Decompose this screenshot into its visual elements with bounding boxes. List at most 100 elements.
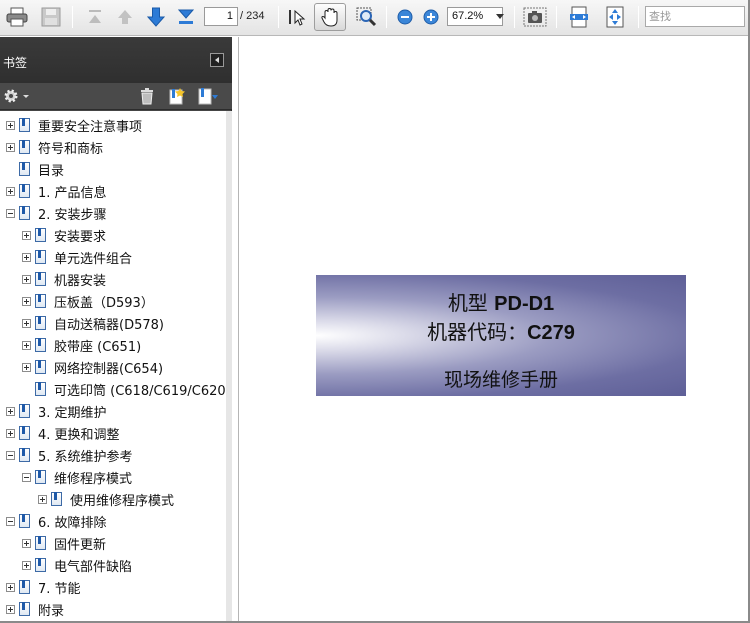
bookmark-label: 安装要求: [54, 229, 107, 245]
bookmark-label: 可选印筒 (C618/C619/C620): [54, 383, 226, 399]
bookmark-icon: [35, 382, 46, 396]
expand-plus-icon[interactable]: [22, 538, 31, 548]
expand-plus-icon[interactable]: [22, 252, 31, 262]
bookmark-label: 网络控制器(C654): [54, 361, 164, 377]
bookmark-item[interactable]: 6. 故障排除: [6, 510, 107, 532]
bookmark-label: 7. 节能: [38, 581, 81, 597]
bookmark-label: 固件更新: [54, 537, 107, 553]
expand-plus-icon[interactable]: [22, 318, 31, 328]
bookmark-item[interactable]: 7. 节能: [6, 576, 81, 598]
bookmark-label: 目录: [38, 163, 65, 179]
last-page-icon[interactable]: [174, 5, 198, 29]
bookmark-item[interactable]: 单元选件组合: [22, 246, 132, 268]
print-icon[interactable]: [4, 5, 30, 29]
bookmark-label: 附录: [38, 603, 65, 619]
bookmark-label: 自动送稿器(D578): [54, 317, 164, 333]
expand-plus-icon[interactable]: [6, 604, 15, 614]
search-input[interactable]: 查找: [645, 6, 745, 27]
bookmark-item[interactable]: 电气部件缺陷: [22, 554, 132, 576]
expand-plus-icon[interactable]: [22, 296, 31, 306]
expand-plus-icon[interactable]: [22, 274, 31, 284]
collapse-minus-icon[interactable]: [6, 516, 15, 526]
zoom-dropdown-chevron-down-icon[interactable]: [495, 5, 505, 29]
model-line: 机型 PD-D1: [316, 287, 686, 316]
expand-plus-icon[interactable]: [6, 582, 15, 592]
bookmark-item[interactable]: 附录: [6, 598, 64, 620]
expand-plus-icon[interactable]: [22, 560, 31, 570]
first-page-icon[interactable]: [84, 5, 106, 29]
zoom-level-value: 67.2%: [452, 10, 484, 22]
bookmark-item[interactable]: 压板盖（D593）: [22, 290, 154, 312]
bookmark-label: 3. 定期维护: [38, 405, 107, 421]
bookmark-item[interactable]: 重要安全注意事项: [6, 114, 142, 136]
save-icon[interactable]: [38, 5, 64, 29]
expand-bookmark-icon[interactable]: [197, 87, 219, 109]
bookmark-item[interactable]: 机器安装: [22, 268, 106, 290]
collapse-minus-icon[interactable]: [6, 208, 15, 218]
bookmark-item[interactable]: 固件更新: [22, 532, 106, 554]
snapshot-camera-icon[interactable]: [522, 5, 548, 29]
expand-plus-icon[interactable]: [22, 362, 31, 372]
machine-code-prefix: 机器代码：: [427, 320, 528, 344]
bookmark-icon: [35, 558, 46, 572]
fit-width-icon[interactable]: [566, 5, 592, 29]
collapse-panel-button[interactable]: [210, 53, 224, 67]
select-tool-icon[interactable]: [284, 5, 308, 29]
zoom-out-icon[interactable]: [395, 5, 415, 29]
bookmark-item[interactable]: 3. 定期维护: [6, 400, 107, 422]
bookmark-icon: [19, 162, 30, 176]
bookmark-label: 重要安全注意事项: [38, 119, 143, 135]
page-total: / 234: [240, 10, 265, 22]
bookmark-item[interactable]: 网络控制器(C654): [22, 356, 163, 378]
bookmark-icon: [35, 316, 46, 330]
bookmarks-panel-title: 书签: [3, 56, 28, 70]
page-number-input[interactable]: 1: [204, 7, 238, 26]
bookmark-icon: [19, 140, 30, 154]
bookmark-icon: [35, 228, 46, 242]
bookmark-item[interactable]: 1. 产品信息: [6, 180, 107, 202]
bookmark-item[interactable]: 符号和商标: [6, 136, 103, 158]
bookmark-item[interactable]: 安装要求: [22, 224, 106, 246]
delete-bookmark-trash-icon[interactable]: [139, 88, 155, 109]
bookmark-item[interactable]: 2. 安装步骤: [6, 202, 107, 224]
new-bookmark-icon[interactable]: [168, 87, 186, 109]
bookmark-icon: [35, 250, 46, 264]
next-page-icon[interactable]: [144, 5, 168, 29]
bookmark-item[interactable]: 维修程序模式: [22, 466, 132, 488]
marquee-zoom-icon[interactable]: [354, 5, 378, 29]
bookmark-icon: [35, 536, 46, 550]
bookmark-icon: [35, 360, 46, 374]
expand-plus-icon[interactable]: [6, 120, 15, 130]
expand-plus-icon[interactable]: [6, 142, 15, 152]
fit-page-icon[interactable]: [602, 5, 628, 29]
bookmark-item[interactable]: 4. 更换和调整: [6, 422, 120, 444]
panel-resize-handle[interactable]: [226, 111, 232, 623]
machine-code-line: 机器代码：C279: [316, 316, 686, 345]
toolbar: 1 / 234 67.2% 查找: [0, 0, 750, 36]
bookmark-item[interactable]: 目录: [6, 158, 64, 180]
expand-plus-icon[interactable]: [6, 428, 15, 438]
collapse-minus-icon[interactable]: [22, 472, 31, 482]
expand-plus-icon[interactable]: [22, 340, 31, 350]
bookmark-icon: [35, 470, 46, 484]
previous-page-icon[interactable]: [114, 5, 136, 29]
bookmark-item[interactable]: 自动送稿器(D578): [22, 312, 164, 334]
bookmark-item[interactable]: 5. 系统维护参考: [6, 444, 133, 466]
bookmarks-panel-header: 书签: [0, 37, 232, 83]
bookmark-item[interactable]: 可选印筒 (C618/C619/C620): [22, 378, 226, 400]
expand-plus-icon[interactable]: [6, 186, 15, 196]
collapse-minus-icon[interactable]: [6, 450, 15, 460]
bookmark-label: 4. 更换和调整: [38, 427, 120, 443]
expand-plus-icon[interactable]: [38, 494, 47, 504]
options-gear-icon[interactable]: [3, 88, 29, 104]
model-name: PD-D1: [494, 293, 555, 315]
expand-plus-icon[interactable]: [22, 230, 31, 240]
bookmark-item[interactable]: 胶带座 (C651): [22, 334, 141, 356]
expand-plus-icon[interactable]: [6, 406, 15, 416]
bookmark-icon: [19, 184, 30, 198]
hand-tool-icon[interactable]: [314, 3, 346, 31]
bookmark-icon: [19, 404, 30, 418]
zoom-in-icon[interactable]: [421, 5, 441, 29]
bookmark-item[interactable]: 使用维修程序模式: [38, 488, 174, 510]
bookmark-icon: [19, 118, 30, 132]
